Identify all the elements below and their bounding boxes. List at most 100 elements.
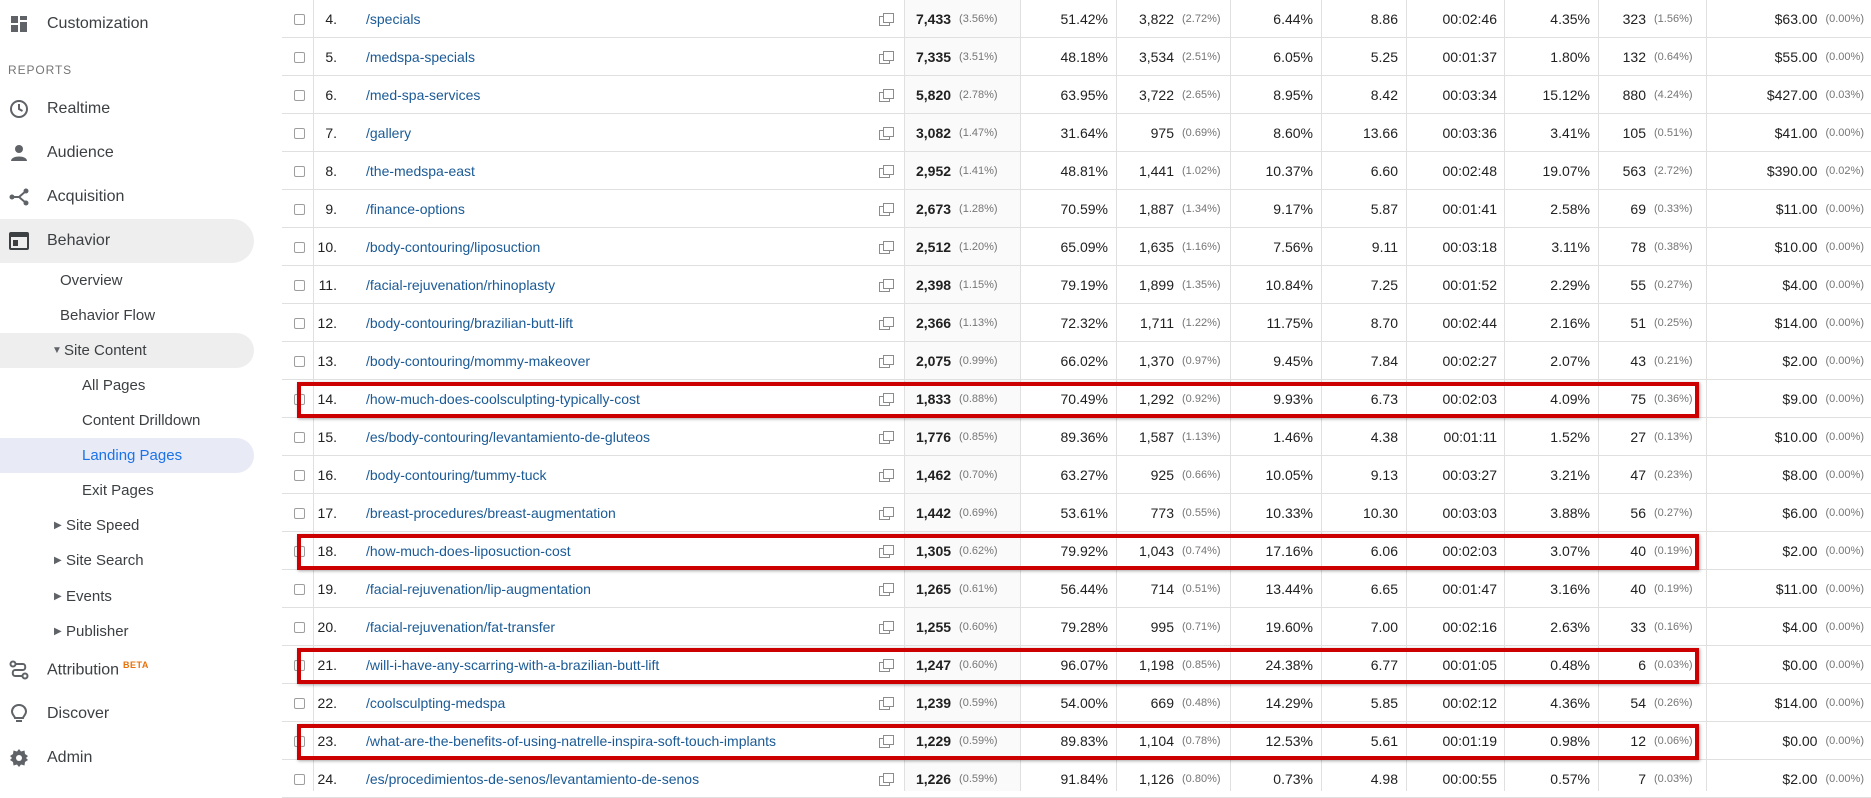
nav-acquisition[interactable]: Acquisition xyxy=(0,175,254,219)
nav-publisher[interactable]: ▶ Publisher xyxy=(0,614,254,649)
landing-page-link[interactable]: /medspa-specials xyxy=(366,49,475,65)
row-checkbox[interactable] xyxy=(293,507,305,519)
landing-page-link[interactable]: /how-much-does-coolsculpting-typically-c… xyxy=(366,391,640,407)
nav-customization[interactable]: Customization xyxy=(0,2,254,46)
landing-page-link[interactable]: /the-medspa-east xyxy=(366,163,475,179)
open-in-new-window-icon[interactable] xyxy=(879,279,894,292)
open-in-new-window-icon[interactable] xyxy=(879,51,894,64)
nav-events[interactable]: ▶ Events xyxy=(0,579,254,614)
nav-audience[interactable]: Audience xyxy=(0,131,254,175)
open-in-new-window-icon[interactable] xyxy=(879,89,894,102)
new-users-percent: (0.66%) xyxy=(1182,469,1221,481)
nav-behavior-flow[interactable]: Behavior Flow xyxy=(0,298,254,333)
nav-all-pages[interactable]: All Pages xyxy=(0,368,254,403)
goal-value: $2.00 xyxy=(1782,543,1818,559)
row-checkbox[interactable] xyxy=(293,621,305,633)
open-in-new-window-icon[interactable] xyxy=(879,203,894,216)
open-in-new-window-icon[interactable] xyxy=(879,393,894,406)
open-in-new-window-icon[interactable] xyxy=(879,241,894,254)
landing-page-link[interactable]: /breast-procedures/breast-augmentation xyxy=(366,505,616,521)
open-in-new-window-icon[interactable] xyxy=(879,317,894,330)
goal-value: $14.00 xyxy=(1774,315,1818,331)
nav-admin[interactable]: Admin xyxy=(0,736,254,780)
new-sessions-cell: 70.49% xyxy=(1060,391,1108,407)
open-in-new-window-icon[interactable] xyxy=(879,697,894,710)
landing-page-link[interactable]: /body-contouring/brazilian-butt-lift xyxy=(366,315,573,331)
nav-site-search[interactable]: ▶ Site Search xyxy=(0,543,254,578)
landing-page-link[interactable]: /body-contouring/mommy-makeover xyxy=(366,353,590,369)
goal-completions-value: 55 xyxy=(1630,277,1646,293)
landing-page-link[interactable]: /body-contouring/tummy-tuck xyxy=(366,467,547,483)
goal-completions-cell: 56 (0.27%) xyxy=(1598,494,1706,532)
open-in-new-window-icon[interactable] xyxy=(879,773,894,786)
open-in-new-window-icon[interactable] xyxy=(879,165,894,178)
row-checkbox[interactable] xyxy=(293,317,305,329)
landing-page-link[interactable]: /coolsculpting-medspa xyxy=(366,695,505,711)
landing-page-link[interactable]: /body-contouring/liposuction xyxy=(366,239,540,255)
goal-value-cell: $10.00 (0.00%) xyxy=(1706,418,1864,456)
row-checkbox[interactable] xyxy=(293,355,305,367)
nav-realtime[interactable]: Realtime xyxy=(0,87,254,131)
landing-page-link[interactable]: /gallery xyxy=(366,125,411,141)
landing-page-link[interactable]: /what-are-the-benefits-of-using-natrelle… xyxy=(366,733,776,749)
row-checkbox[interactable] xyxy=(293,13,305,25)
nav-attribution[interactable]: Attribution BETA xyxy=(0,648,254,692)
nav-exit-pages[interactable]: Exit Pages xyxy=(0,473,254,508)
row-checkbox[interactable] xyxy=(293,773,305,785)
open-in-new-window-icon[interactable] xyxy=(879,469,894,482)
row-checkbox[interactable] xyxy=(293,89,305,101)
landing-page-link[interactable]: /finance-options xyxy=(366,201,465,217)
row-checkbox[interactable] xyxy=(293,165,305,177)
new-sessions-cell: 89.36% xyxy=(1060,429,1108,445)
goal-completions-cell: 563 (2.72%) xyxy=(1598,152,1706,190)
row-checkbox[interactable] xyxy=(293,127,305,139)
column-divider xyxy=(313,0,314,791)
open-in-new-window-icon[interactable] xyxy=(879,735,894,748)
landing-page-link[interactable]: /how-much-does-liposuction-cost xyxy=(366,543,571,559)
open-in-new-window-icon[interactable] xyxy=(879,355,894,368)
row-checkbox[interactable] xyxy=(293,735,305,747)
row-checkbox[interactable] xyxy=(293,51,305,63)
row-checkbox[interactable] xyxy=(293,279,305,291)
nav-discover[interactable]: Discover xyxy=(0,692,254,736)
open-in-new-window-icon[interactable] xyxy=(879,507,894,520)
row-checkbox[interactable] xyxy=(293,393,305,405)
row-checkbox[interactable] xyxy=(293,469,305,481)
open-in-new-window-icon[interactable] xyxy=(879,431,894,444)
open-in-new-window-icon[interactable] xyxy=(879,127,894,140)
nav-behavior-overview[interactable]: Overview xyxy=(0,263,254,298)
open-in-new-window-icon[interactable] xyxy=(879,621,894,634)
landing-page-link[interactable]: /es/body-contouring/levantamiento-de-glu… xyxy=(366,429,650,445)
nav-behavior[interactable]: Behavior xyxy=(0,219,254,263)
row-checkbox[interactable] xyxy=(293,431,305,443)
row-checkbox-cell xyxy=(289,646,309,684)
open-in-new-window-icon[interactable] xyxy=(879,13,894,26)
open-in-new-window-icon[interactable] xyxy=(879,545,894,558)
row-checkbox[interactable] xyxy=(293,241,305,253)
bounce-rate-cell: 13.44% xyxy=(1265,581,1313,597)
landing-page-link[interactable]: /facial-rejuvenation/fat-transfer xyxy=(366,619,555,635)
row-page-cell: /facial-rejuvenation/fat-transfer xyxy=(366,608,555,646)
row-index: 24. xyxy=(317,771,337,787)
gear-icon xyxy=(9,748,29,768)
nav-site-speed[interactable]: ▶ Site Speed xyxy=(0,508,254,543)
goal-value-percent: (0.00%) xyxy=(1825,621,1864,633)
nav-site-content[interactable]: ▼ Site Content xyxy=(0,333,254,368)
pages-per-session-cell: 7.00 xyxy=(1370,619,1398,635)
landing-page-link[interactable]: /will-i-have-any-scarring-with-a-brazili… xyxy=(366,657,659,673)
row-checkbox[interactable] xyxy=(293,203,305,215)
nav-landing-pages[interactable]: Landing Pages xyxy=(0,438,254,473)
row-checkbox[interactable] xyxy=(293,545,305,557)
open-in-new-window-icon[interactable] xyxy=(879,659,894,672)
row-checkbox[interactable] xyxy=(293,659,305,671)
row-checkbox[interactable] xyxy=(293,583,305,595)
goal-completions-cell: 55 (0.27%) xyxy=(1598,266,1706,304)
landing-page-link[interactable]: /facial-rejuvenation/rhinoplasty xyxy=(366,277,555,293)
landing-page-link[interactable]: /es/procedimientos-de-senos/levantamient… xyxy=(366,771,699,787)
landing-page-link[interactable]: /med-spa-services xyxy=(366,87,480,103)
landing-page-link[interactable]: /facial-rejuvenation/lip-augmentation xyxy=(366,581,591,597)
nav-content-drilldown[interactable]: Content Drilldown xyxy=(0,403,254,438)
open-in-new-window-icon[interactable] xyxy=(879,583,894,596)
row-checkbox[interactable] xyxy=(293,697,305,709)
landing-page-link[interactable]: /specials xyxy=(366,11,420,27)
